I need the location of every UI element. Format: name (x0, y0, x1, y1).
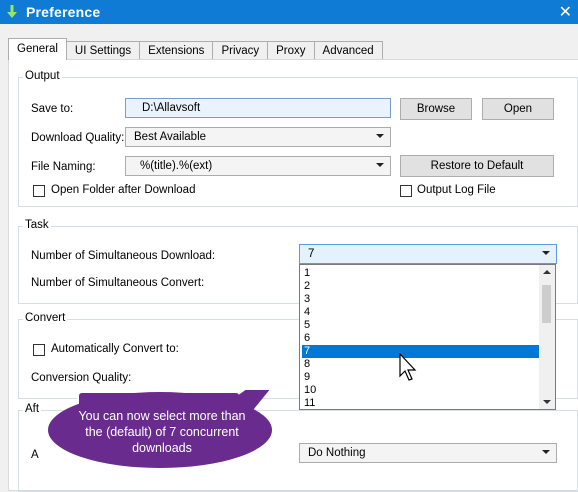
output-legend: Output (23, 70, 62, 82)
tab-privacy[interactable]: Privacy (212, 41, 269, 60)
dropdown-option[interactable]: 5 (302, 319, 542, 332)
chevron-down-icon (376, 134, 384, 138)
after-legend: Aft (23, 403, 42, 415)
open-button[interactable]: Open (482, 98, 554, 120)
output-log-label: Output Log File (417, 184, 496, 196)
dropdown-option[interactable]: 9 (302, 371, 542, 384)
scroll-down-icon[interactable] (543, 400, 551, 404)
dropdown-option[interactable]: 6 (302, 332, 542, 345)
tab-proxy[interactable]: Proxy (267, 41, 315, 60)
output-group: Output Save to: D:\Allavsoft Browse Open… (18, 70, 578, 207)
download-quality-value: Best Available (134, 131, 207, 143)
save-to-field[interactable]: D:\Allavsoft (125, 98, 391, 118)
download-quality-label: Download Quality: (31, 132, 125, 144)
output-log-checkbox[interactable] (400, 185, 412, 197)
window-title: Preference (26, 4, 101, 20)
tab-ui-settings[interactable]: UI Settings (65, 41, 141, 60)
scroll-up-icon[interactable] (543, 270, 551, 274)
save-to-label: Save to: (31, 103, 74, 115)
file-naming-value: %(title).%(ext) (140, 160, 213, 172)
conversion-quality-label: Conversion Quality: (31, 372, 132, 384)
tab-strip: General UI Settings Extensions Privacy P… (8, 38, 383, 60)
sim-download-value: 7 (308, 248, 315, 260)
mouse-cursor-icon (399, 353, 417, 381)
tab-extensions[interactable]: Extensions (139, 41, 214, 60)
scroll-thumb[interactable] (542, 285, 551, 323)
after-action-select[interactable]: Do Nothing (299, 443, 557, 463)
download-quality-select[interactable]: Best Available (125, 127, 391, 147)
dropdown-option[interactable]: 2 (302, 280, 542, 293)
chevron-down-icon (376, 163, 384, 167)
after-action-value: Do Nothing (308, 447, 366, 459)
callout-bubble: You can now select more than the (defaul… (44, 390, 280, 474)
download-arrow-icon (7, 5, 17, 18)
browse-button[interactable]: Browse (400, 98, 472, 120)
dropdown-option[interactable]: 10 (302, 384, 542, 397)
window-titlebar: Preference ✕ (0, 0, 578, 24)
dropdown-option[interactable]: 4 (302, 306, 542, 319)
dropdown-option[interactable]: 8 (302, 358, 542, 371)
dropdown-option[interactable]: 3 (302, 293, 542, 306)
after-action-label: A (31, 449, 39, 461)
tab-advanced[interactable]: Advanced (313, 41, 383, 60)
file-naming-select[interactable]: %(title).%(ext) (125, 156, 391, 176)
close-icon[interactable]: ✕ (559, 2, 572, 22)
tab-general[interactable]: General (8, 38, 67, 60)
dropdown-option[interactable]: 11 (302, 397, 542, 410)
file-naming-label: File Naming: (31, 161, 96, 173)
auto-convert-checkbox[interactable] (33, 344, 45, 356)
task-legend: Task (23, 219, 51, 231)
chevron-down-icon (542, 251, 550, 255)
dropdown-option-selected[interactable]: 7 (302, 345, 542, 358)
open-folder-label: Open Folder after Download (51, 184, 196, 196)
dropdown-scrollbar[interactable] (539, 265, 555, 409)
convert-legend: Convert (23, 312, 68, 324)
auto-convert-label: Automatically Convert to: (51, 343, 179, 355)
restore-default-button[interactable]: Restore to Default (400, 155, 554, 177)
sim-download-label: Number of Simultaneous Download: (31, 250, 216, 262)
sim-download-select[interactable]: 7 (299, 244, 557, 264)
chevron-down-icon (542, 450, 550, 454)
sim-download-dropdown-list[interactable]: 1 2 3 4 5 6 7 8 9 10 11 (299, 264, 556, 410)
callout-text: You can now select more than the (defaul… (78, 409, 246, 455)
dropdown-option[interactable]: 1 (302, 267, 542, 280)
open-folder-checkbox[interactable] (33, 185, 45, 197)
sim-convert-label: Number of Simultaneous Convert: (31, 277, 205, 289)
